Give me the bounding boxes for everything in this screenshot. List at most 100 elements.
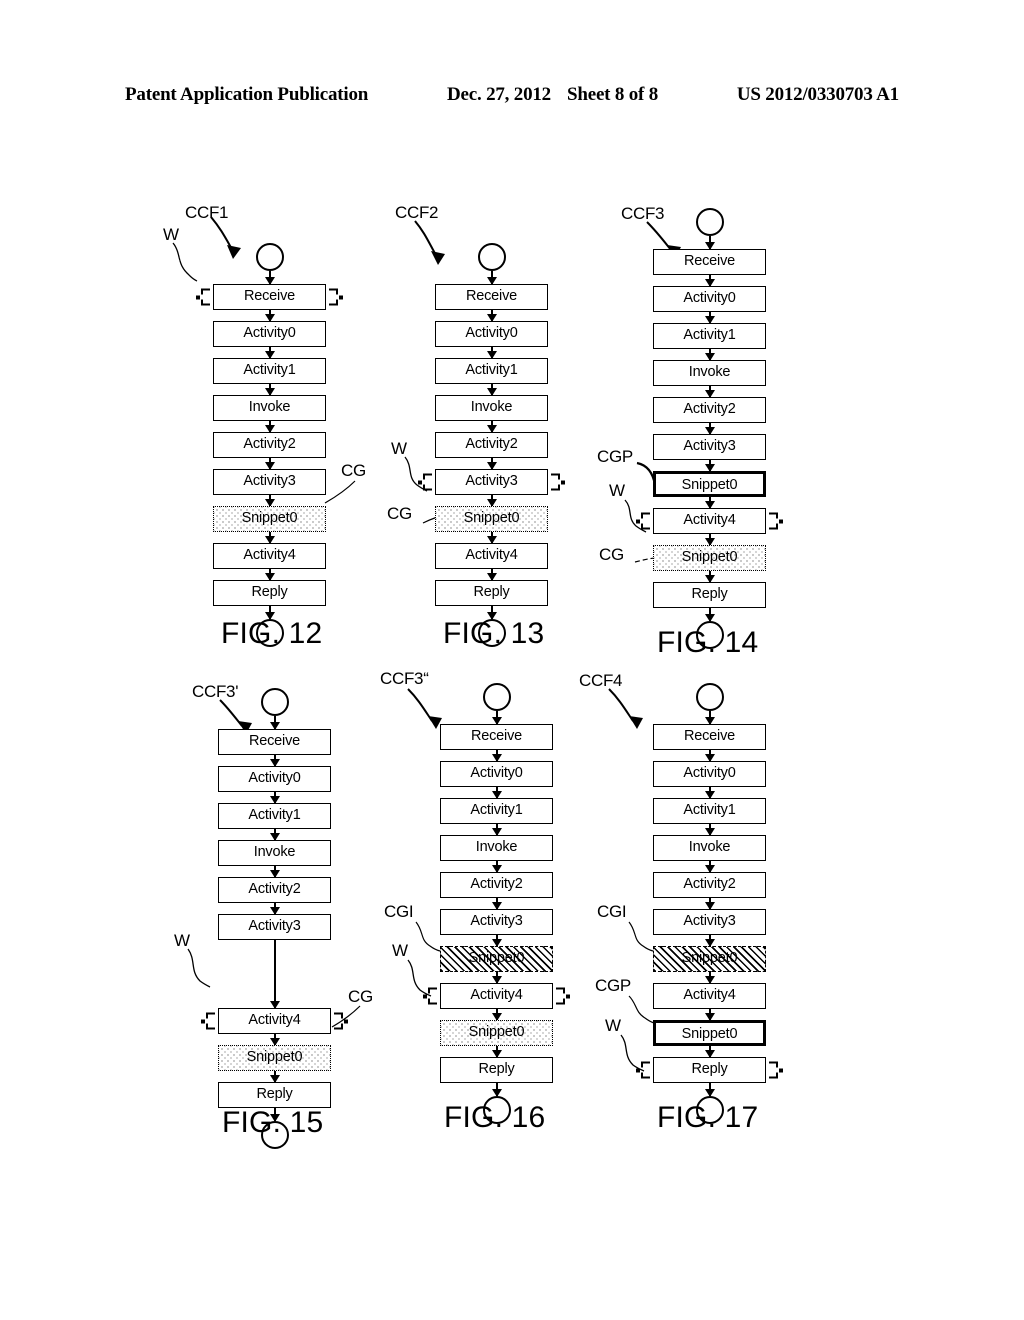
activity-box-receive[interactable]: Receive [653,249,766,275]
activity-box-label: Activity1 [243,362,296,378]
activity-box-snippet0[interactable]: Snippet0 [653,1020,766,1046]
activity-box-activity4[interactable]: Activity4 [653,983,766,1009]
figure-15: CCF3' W CG Receive Activity0 Activity1 Invo… [174,682,373,1149]
activity-box-activity2[interactable]: Activity2 [440,872,553,898]
flowchart-ccf3: Receive Activity0 Activity1 Invoke Activity2… [641,208,778,649]
activity-box-invoke[interactable]: Invoke [218,840,331,866]
activity-box-reply[interactable]: Reply [435,580,548,606]
activity-box-snippet0[interactable]: Snippet0 [440,1020,553,1046]
activity-box-activity3[interactable]: Activity3 [653,434,766,460]
activity-box-label: Invoke [688,364,731,380]
activity-box-activity2[interactable]: Activity2 [218,877,331,903]
activity-box-activity3[interactable]: Activity3 [213,469,326,495]
flow-arrow [492,972,503,984]
activity-box-snippet0[interactable]: Snippet0 [435,506,548,532]
activity-box-activity1[interactable]: Activity1 [435,358,548,384]
activity-box-reply[interactable]: Reply [440,1057,553,1083]
activity-box-receive[interactable]: Receive [435,284,548,310]
activity-box-activity4[interactable]: Activity4 [213,543,326,569]
activity-box-activity1[interactable]: Activity1 [653,323,766,349]
activity-box-activity3[interactable]: Activity3 [440,909,553,935]
activity-box-activity1[interactable]: Activity1 [653,798,766,824]
activity-box-reply[interactable]: Reply [653,582,766,608]
start-node [260,688,289,716]
ref-label-w-15: W [174,931,190,950]
flow-arrow [487,458,498,470]
wiring-bracket-right [556,987,565,1005]
activity-box-label: Reply [691,1061,728,1077]
flow-arrow [270,940,281,1009]
activity-box-snippet0[interactable]: Snippet0 [653,946,766,972]
activity-box-invoke[interactable]: Invoke [653,360,766,386]
activity-box-receive[interactable]: Receive [653,724,766,750]
activity-box-activity4[interactable]: Activity4 [428,983,565,1009]
activity-box-reply[interactable]: Reply [641,1057,778,1083]
flow-arrow [705,460,716,472]
activity-box-receive[interactable]: Receive [218,729,331,755]
activity-box-activity3[interactable]: Activity3 [423,469,560,495]
start-node [255,243,284,271]
activity-box-activity0[interactable]: Activity0 [213,321,326,347]
activity-box-invoke[interactable]: Invoke [435,395,548,421]
activity-box-activity4[interactable]: Activity4 [435,543,548,569]
activity-box-label: Activity3 [465,473,518,489]
activity-box-activity2[interactable]: Activity2 [653,397,766,423]
activity-box-snippet0[interactable]: Snippet0 [440,946,553,972]
activity-box-label: Activity1 [683,327,736,343]
activity-box-activity1[interactable]: Activity1 [440,798,553,824]
activity-box-reply[interactable]: Reply [213,580,326,606]
activity-box-activity2[interactable]: Activity2 [653,872,766,898]
wiring-bracket-left [641,512,650,530]
activity-box-activity3[interactable]: Activity3 [218,914,331,940]
flow-arrow [705,711,716,725]
activity-box-activity3[interactable]: Activity3 [653,909,766,935]
activity-box-receive[interactable]: Receive [201,284,338,310]
activity-box-invoke[interactable]: Invoke [653,835,766,861]
activity-box-label: Activity0 [470,765,523,781]
activity-box-activity0[interactable]: Activity0 [218,766,331,792]
activity-box-snippet0[interactable]: Snippet0 [653,471,766,497]
activity-box-reply[interactable]: Reply [218,1082,331,1108]
ref-label-ccf2: CCF2 [395,203,439,222]
activity-box-label: Activity2 [683,401,736,417]
flow-arrow [705,608,716,622]
flow-arrow [270,792,281,804]
activity-box-activity2[interactable]: Activity2 [213,432,326,458]
figure-caption-13: FIG. 13 [443,617,545,650]
activity-box-activity4[interactable]: Activity4 [206,1008,343,1034]
activity-box-label: Snippet0 [463,510,520,526]
activity-box-snippet0[interactable]: Snippet0 [213,506,326,532]
activity-box-activity0[interactable]: Activity0 [653,761,766,787]
figure-14: CCF3 CGP W CG Receive Activity0 Activity1 I… [597,204,778,659]
activity-box-activity4[interactable]: Activity4 [641,508,778,534]
flow-arrow [487,495,498,507]
ref-label-w-16: W [392,941,408,960]
activity-box-invoke[interactable]: Invoke [440,835,553,861]
activity-box-activity0[interactable]: Activity0 [440,761,553,787]
wiring-bracket-right [769,1061,778,1079]
flow-arrow [492,787,503,799]
activity-box-activity1[interactable]: Activity1 [218,803,331,829]
ref-label-cg-15: CG [348,987,373,1006]
activity-box-activity2[interactable]: Activity2 [435,432,548,458]
activity-box-snippet0[interactable]: Snippet0 [218,1045,331,1071]
activity-box-label: Activity0 [248,770,301,786]
activity-box-activity0[interactable]: Activity0 [435,321,548,347]
activity-box-label: Snippet0 [681,477,738,493]
flowchart-ccf4: Receive Activity0 Activity1 Invoke Activity2… [641,683,778,1124]
activity-box-snippet0[interactable]: Snippet0 [653,545,766,571]
wiring-bracket-right [551,473,560,491]
activity-box-label: Snippet0 [468,1024,525,1040]
activity-box-activity1[interactable]: Activity1 [213,358,326,384]
ref-label-cg-14: CG [599,545,624,564]
flow-arrow [492,935,503,947]
activity-box-receive[interactable]: Receive [440,724,553,750]
flow-arrow [705,861,716,873]
activity-box-label: Activity4 [248,1012,301,1028]
activity-box-activity0[interactable]: Activity0 [653,286,766,312]
activity-box-label: Activity4 [243,547,296,563]
wiring-bracket-right [329,288,338,306]
flow-arrow [270,1071,281,1083]
activity-box-invoke[interactable]: Invoke [213,395,326,421]
activity-box-label: Activity0 [683,765,736,781]
